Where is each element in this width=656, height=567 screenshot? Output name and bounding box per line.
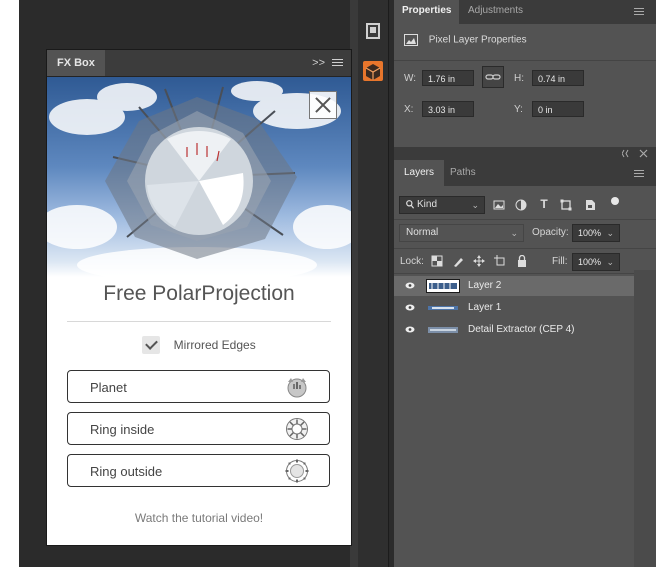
tab-adjustments[interactable]: Adjustments bbox=[460, 0, 531, 24]
opacity-field[interactable]: 100% ⌄ bbox=[572, 224, 620, 242]
layer-kind-filter[interactable]: Kind ⌄ bbox=[399, 196, 485, 214]
fx-box-tab[interactable]: FX Box bbox=[47, 50, 105, 76]
filter-toggle-icon[interactable] bbox=[611, 197, 619, 205]
blend-mode-select[interactable]: Normal ⌄ bbox=[399, 224, 524, 242]
chevron-down-icon: ⌄ bbox=[471, 200, 479, 210]
opacity-label: Opacity: bbox=[532, 227, 569, 238]
height-field[interactable]: 0.74 in bbox=[532, 70, 584, 86]
fx-box-plugin-icon[interactable] bbox=[362, 60, 384, 82]
chevron-down-icon: ⌄ bbox=[606, 228, 614, 238]
layers-separator bbox=[394, 248, 656, 249]
tab-properties[interactable]: Properties bbox=[394, 0, 460, 24]
properties-separator bbox=[394, 60, 656, 61]
lock-transparent-pixels-icon[interactable] bbox=[431, 255, 443, 267]
x-label: X: bbox=[404, 104, 414, 115]
layer-row[interactable]: Detail Extractor (CEP 4) bbox=[394, 320, 634, 340]
panel-icon-strip bbox=[358, 0, 389, 567]
filter-type-icon[interactable]: T bbox=[537, 197, 551, 213]
layer-row[interactable]: Layer 2 bbox=[394, 276, 634, 296]
layer-row[interactable]: Layer 1 bbox=[394, 298, 634, 318]
lock-label: Lock: bbox=[400, 256, 424, 267]
layer-thumbnail bbox=[426, 279, 460, 293]
lock-position-icon[interactable] bbox=[473, 255, 485, 267]
layers-menu-icon[interactable] bbox=[634, 170, 644, 179]
ring-outside-button-label: Ring outside bbox=[90, 464, 163, 479]
properties-menu-icon[interactable] bbox=[634, 8, 644, 17]
layers-tab-bar: Layers Paths bbox=[394, 160, 656, 186]
fill-value: 100% bbox=[578, 257, 602, 267]
title-divider bbox=[67, 321, 331, 322]
mirrored-edges-label: Mirrored Edges bbox=[173, 338, 256, 352]
collapse-panel-icon[interactable]: >> bbox=[312, 50, 325, 76]
panel-gap bbox=[350, 0, 358, 567]
layers-separator bbox=[394, 273, 656, 274]
fx-box-panel: FX Box >> Free PolarProjection Mirrored … bbox=[47, 50, 351, 545]
plugin-title: Free PolarProjection bbox=[103, 282, 295, 305]
ring-inside-button[interactable]: Ring inside bbox=[67, 412, 330, 445]
visibility-eye-icon[interactable] bbox=[405, 326, 415, 333]
planet-button-label: Planet bbox=[90, 380, 127, 395]
lock-image-pixels-icon[interactable] bbox=[452, 255, 464, 267]
filter-adjustment-icon[interactable] bbox=[514, 197, 528, 213]
ring-inside-icon bbox=[286, 418, 308, 440]
layers-scrollbar[interactable] bbox=[634, 270, 656, 567]
planet-icon bbox=[287, 378, 307, 398]
x-position-field[interactable]: 3.03 in bbox=[422, 101, 474, 117]
properties-panel: Properties Adjustments Pixel Layer Prope… bbox=[394, 0, 656, 147]
y-position-field[interactable]: 0 in bbox=[532, 101, 584, 117]
blend-mode-value: Normal bbox=[406, 227, 439, 238]
fill-field[interactable]: 100% ⌄ bbox=[572, 253, 620, 271]
collapse-close-icons[interactable] bbox=[622, 149, 650, 158]
layer-name: Layer 2 bbox=[468, 280, 502, 291]
filter-smart-object-icon[interactable] bbox=[583, 197, 597, 213]
link-dimensions-icon[interactable] bbox=[482, 66, 504, 88]
layer-name: Layer 1 bbox=[468, 302, 502, 313]
fx-box-header: FX Box >> bbox=[47, 50, 351, 77]
lock-all-icon[interactable] bbox=[516, 255, 528, 267]
tutorial-video-link[interactable]: Watch the tutorial video! bbox=[47, 511, 351, 525]
properties-subtitle: Pixel Layer Properties bbox=[404, 34, 527, 52]
panel-menu-icon[interactable] bbox=[332, 59, 343, 67]
layers-separator bbox=[394, 219, 656, 220]
polar-projection-preview-image bbox=[47, 77, 351, 277]
pixel-layer-icon bbox=[404, 34, 418, 46]
ring-outside-button[interactable]: Ring outside bbox=[67, 454, 330, 487]
filter-pixel-icon[interactable] bbox=[492, 197, 506, 213]
chevron-down-icon: ⌄ bbox=[510, 228, 518, 238]
properties-subtitle-label: Pixel Layer Properties bbox=[428, 34, 527, 46]
layer-name: Detail Extractor (CEP 4) bbox=[468, 324, 575, 335]
tab-layers[interactable]: Layers bbox=[394, 160, 445, 186]
search-icon bbox=[406, 199, 415, 209]
opacity-value: 100% bbox=[578, 228, 602, 238]
ring-inside-button-label: Ring inside bbox=[90, 422, 155, 437]
mirrored-edges-option[interactable]: Mirrored Edges bbox=[47, 336, 351, 358]
layer-thumbnail bbox=[426, 301, 460, 315]
chevron-down-icon: ⌄ bbox=[606, 257, 614, 267]
tab-paths[interactable]: Paths bbox=[440, 160, 486, 186]
layer-thumbnail bbox=[426, 323, 460, 337]
width-label: W: bbox=[404, 73, 417, 84]
width-field[interactable]: 1.76 in bbox=[422, 70, 474, 86]
kind-filter-label: Kind bbox=[417, 199, 438, 210]
filter-shape-icon[interactable] bbox=[559, 197, 573, 213]
y-label: Y: bbox=[514, 104, 523, 115]
mirrored-edges-checkbox[interactable] bbox=[142, 336, 161, 354]
panel-collapse-bar bbox=[394, 147, 656, 160]
height-label: H: bbox=[514, 73, 524, 84]
planet-button[interactable]: Planet bbox=[67, 370, 330, 403]
lock-artboard-icon[interactable] bbox=[494, 255, 506, 267]
close-icon[interactable] bbox=[309, 91, 337, 119]
properties-tab-bar: Properties Adjustments bbox=[394, 0, 656, 24]
fill-label: Fill: bbox=[552, 256, 568, 267]
properties-panel-icon[interactable] bbox=[362, 20, 384, 42]
visibility-eye-icon[interactable] bbox=[405, 304, 415, 311]
ring-outside-icon bbox=[285, 459, 309, 483]
layers-panel: Layers Paths Kind ⌄ T Normal ⌄ Opacity: … bbox=[394, 160, 656, 567]
visibility-eye-icon[interactable] bbox=[405, 282, 415, 289]
